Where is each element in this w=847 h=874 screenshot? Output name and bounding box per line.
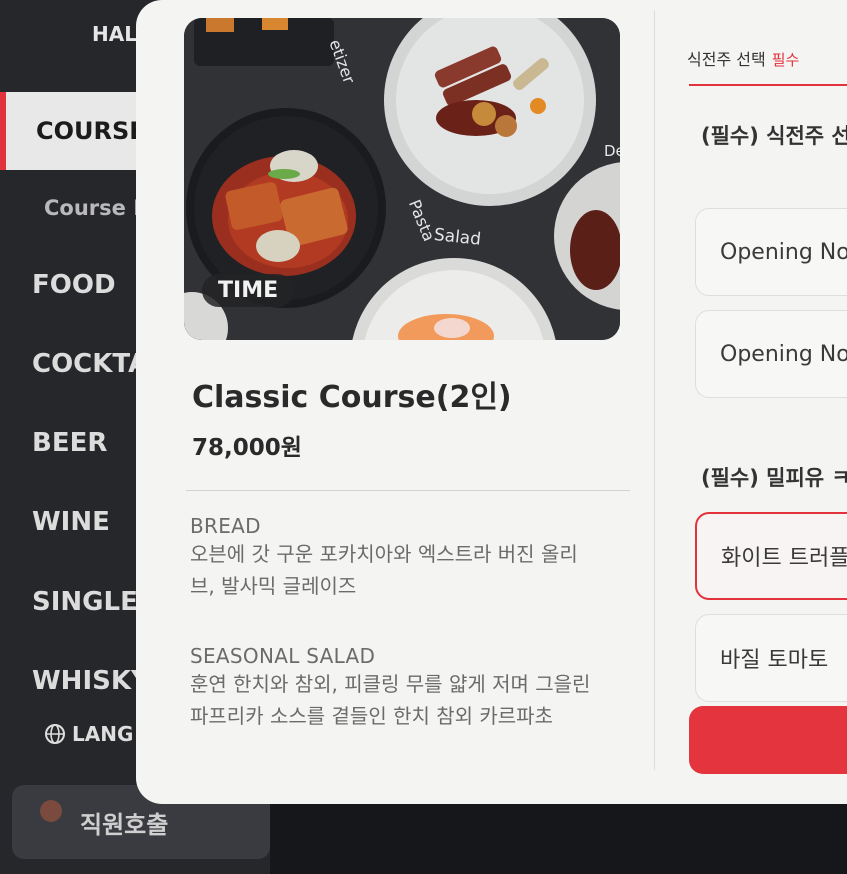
option-aperitif[interactable]: Opening No [695, 310, 847, 398]
active-indicator [0, 92, 6, 170]
option-millefeuille[interactable]: 바질 토마토 [695, 614, 847, 702]
course-info-column: etizer Pasta Salad De TIME Classic Cours… [136, 0, 654, 804]
menu-item-name: BREAD [190, 514, 261, 538]
course-image: etizer Pasta Salad De TIME [184, 18, 620, 340]
sidebar-item-course[interactable]: COURSE [0, 92, 150, 170]
language-button[interactable]: LANG [44, 722, 133, 746]
globe-icon [45, 724, 65, 744]
sidebar-item-label: COURSE [36, 117, 146, 145]
sidebar-item-food[interactable]: FOOD [32, 270, 116, 300]
option-millefeuille-selected[interactable]: 화이트 트러플 [695, 512, 847, 600]
menu-item: SEASONAL SALAD 훈연 한치와 참외, 피클링 무를 얇게 저며 그… [190, 644, 630, 732]
sidebar-item-whisky[interactable]: WHISKY [32, 666, 150, 696]
confirm-button[interactable] [689, 706, 847, 774]
required-badge: 필수 [771, 51, 800, 69]
section-title-millefeuille: (필수) 밀피유 ㅋ [701, 466, 847, 490]
time-badge: TIME [202, 274, 295, 307]
options-column: 식전주 선택 필수 (필수) 식전주 선 Opening No Opening N… [655, 0, 847, 804]
course-title: Classic Course(2인) [192, 380, 512, 415]
section-title-aperitif: (필수) 식전주 선 [701, 124, 847, 148]
tab-aperitif[interactable]: 식전주 선택 필수 [687, 46, 799, 70]
menu-item-desc-line: 오븐에 갓 구운 포카치아와 엑스트라 버진 올리 [190, 542, 578, 566]
sidebar-item-beer[interactable]: BEER [32, 428, 107, 458]
sidebar-subitem-course[interactable]: Course N [44, 196, 151, 220]
sidebar-item-wine[interactable]: WINE [32, 507, 110, 537]
tab-label: 식전주 선택 [687, 50, 766, 69]
sidebar-item-cocktail[interactable]: COCKTA [32, 349, 148, 379]
menu-item-desc-line: 훈연 한치와 참외, 피클링 무를 얇게 저며 그을린 [190, 672, 591, 696]
menu-item-desc-line: 브, 발사믹 글레이즈 [190, 574, 357, 598]
menu-item-name: SEASONAL SALAD [190, 644, 376, 668]
divider [186, 490, 630, 491]
image-label-dessert: De [604, 142, 620, 160]
course-detail-modal: etizer Pasta Salad De TIME Classic Cours… [136, 0, 847, 804]
tab-underline [689, 84, 847, 86]
course-price: 78,000원 [192, 435, 302, 461]
bell-icon [40, 800, 62, 822]
menu-item: BREAD 오븐에 갓 구운 포카치아와 엑스트라 버진 올리 브, 발사믹 글… [190, 514, 630, 602]
menu-item-desc-line: 파프리카 소스를 곁들인 한치 참외 카르파초 [190, 704, 553, 728]
sidebar-item-single[interactable]: SINGLE [32, 587, 138, 617]
option-aperitif[interactable]: Opening No [695, 208, 847, 296]
language-label: LANG [72, 722, 134, 746]
